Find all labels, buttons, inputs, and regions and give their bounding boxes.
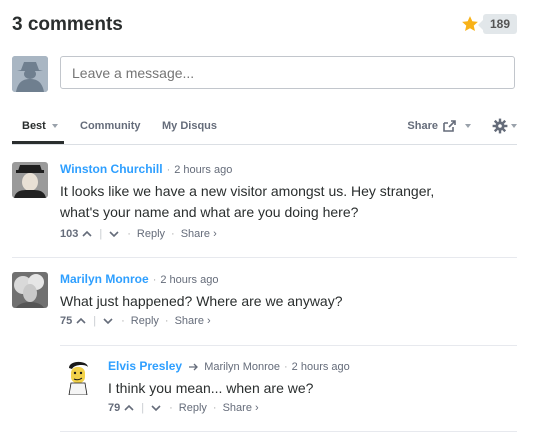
downvote-icon[interactable]: [102, 316, 114, 326]
caret-down-icon: [51, 124, 58, 129]
tab-my-disqus[interactable]: My Disqus: [162, 120, 217, 132]
share-icon: [443, 120, 456, 132]
comment-body: I think you mean... when are we?: [108, 378, 313, 399]
favorite-thread[interactable]: 189: [461, 14, 517, 34]
share-thread-button[interactable]: Share: [407, 120, 471, 132]
comment-count: 3 comments: [12, 14, 123, 35]
comment-line: I think you mean... when are we?: [108, 380, 314, 396]
downvote-icon[interactable]: [150, 403, 162, 413]
share-link[interactable]: Share ›: [181, 228, 217, 240]
share-label: Share: [407, 120, 438, 132]
star-icon[interactable]: [461, 15, 479, 33]
favorites-count: 189: [477, 14, 517, 34]
reply-link[interactable]: Reply: [179, 402, 207, 414]
author-name[interactable]: Marilyn Monroe: [60, 272, 149, 286]
comment-body: It looks like we have a new visitor amon…: [60, 181, 434, 223]
comment-actions: 103 | · Reply · Share ›: [60, 228, 217, 240]
upvote-icon[interactable]: [123, 403, 135, 413]
comment-actions: 79 | · Reply · Share ›: [108, 402, 259, 414]
divider: [60, 345, 517, 346]
comment-line: It looks like we have a new visitor amon…: [60, 183, 435, 199]
comment-reply: Elvis Presley Marilyn Monroe · 2 hours ago…: [60, 359, 517, 423]
comment-line: what's your name and what are you doing …: [60, 204, 359, 220]
vote-count: 75: [60, 315, 73, 327]
active-tab-indicator: [12, 141, 64, 144]
share-link[interactable]: Share ›: [175, 315, 211, 327]
message-input[interactable]: [60, 56, 515, 89]
avatar[interactable]: [12, 272, 48, 308]
timestamp[interactable]: 2 hours ago: [174, 164, 232, 176]
tab-community[interactable]: Community: [80, 120, 141, 132]
timestamp[interactable]: 2 hours ago: [292, 361, 350, 373]
comment-body: What just happened? Where are we anyway?: [60, 291, 343, 312]
upvote-icon[interactable]: [75, 316, 87, 326]
comment-line: What just happened? Where are we anyway?: [60, 293, 343, 309]
timestamp[interactable]: 2 hours ago: [160, 274, 218, 286]
author-name[interactable]: Elvis Presley: [108, 359, 182, 373]
author-name[interactable]: Winston Churchill: [60, 162, 163, 176]
reply-link[interactable]: Reply: [137, 228, 165, 240]
divider: [12, 257, 517, 258]
avatar[interactable]: [12, 162, 48, 198]
guest-avatar: [12, 56, 48, 92]
reply-to-author[interactable]: Marilyn Monroe: [204, 361, 280, 373]
comment: Marilyn Monroe · 2 hours ago What just hap…: [12, 272, 517, 336]
avatar[interactable]: [60, 359, 96, 395]
vote-count: 79: [108, 402, 121, 414]
gear-icon: [492, 118, 508, 134]
sort-tabs: Best Community My Disqus Share: [12, 110, 517, 145]
share-link[interactable]: Share ›: [223, 402, 259, 414]
caret-down-icon: [511, 124, 517, 128]
reply-arrow-icon: [189, 363, 199, 371]
comment: Winston Churchill · 2 hours ago It looks l…: [12, 162, 517, 246]
comment-actions: 75 | · Reply · Share ›: [60, 315, 211, 327]
comment-meta: Marilyn Monroe · 2 hours ago: [60, 272, 219, 286]
tab-best-label: Best: [22, 120, 46, 132]
divider: [60, 431, 517, 432]
settings-menu[interactable]: [492, 118, 517, 134]
tab-best[interactable]: Best: [22, 120, 58, 132]
comment-meta: Winston Churchill · 2 hours ago: [60, 162, 233, 176]
comment-meta: Elvis Presley Marilyn Monroe · 2 hours ago: [108, 359, 350, 373]
upvote-icon[interactable]: [81, 229, 93, 239]
caret-down-icon: [465, 124, 471, 128]
reply-link[interactable]: Reply: [131, 315, 159, 327]
vote-count: 103: [60, 228, 79, 240]
thread-header: 3 comments 189: [12, 14, 517, 40]
downvote-icon[interactable]: [108, 229, 120, 239]
comment-composer: [12, 56, 517, 92]
